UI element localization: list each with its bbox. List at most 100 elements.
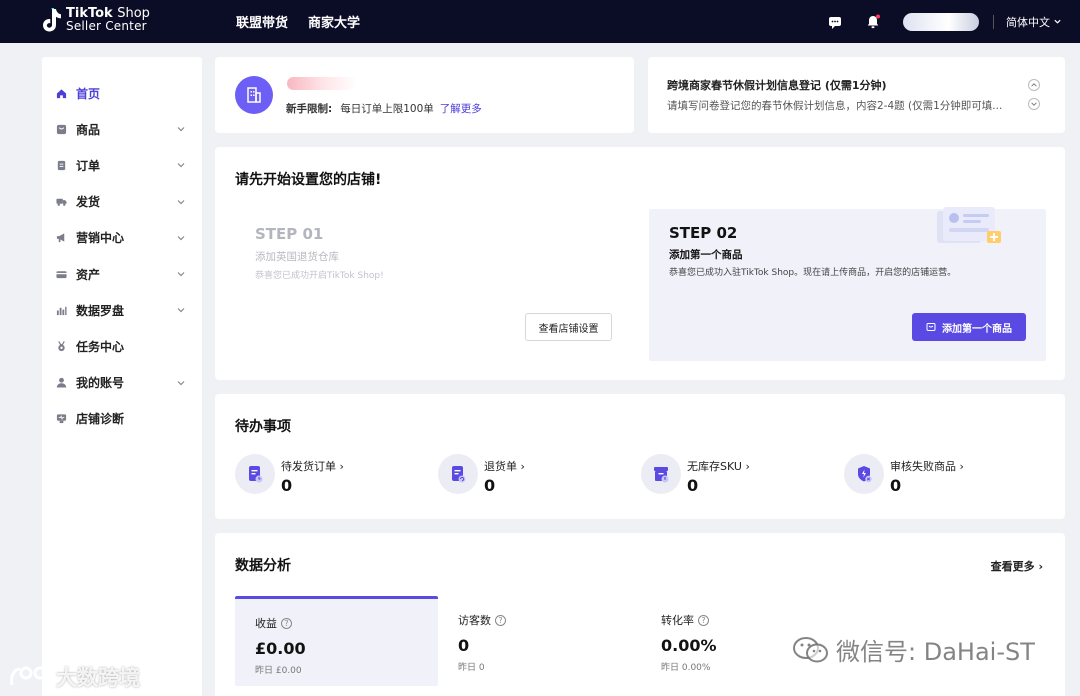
sidebar-item-store-diagnosis[interactable]: 店铺诊断 bbox=[42, 401, 202, 437]
sidebar-item-marketing[interactable]: 营销中心 bbox=[42, 220, 202, 256]
metric-visitors[interactable]: 访客数? 0 昨日 0 bbox=[438, 596, 641, 686]
todo-pending-orders[interactable]: 待发货订单 › 0 bbox=[235, 454, 344, 495]
sidebar-item-label: 资产 bbox=[76, 267, 101, 282]
metric-yesterday: 昨日 0 bbox=[458, 663, 485, 673]
brand-watermark-text: 大数跨境 bbox=[56, 666, 140, 690]
metric-label: 转化率 bbox=[661, 614, 694, 627]
megaphone-icon bbox=[56, 233, 65, 243]
pending-order-icon bbox=[249, 466, 263, 483]
metric-yesterday: 昨日 £0.00 bbox=[255, 666, 302, 676]
chevron-down-icon bbox=[177, 235, 185, 241]
todo-label: 审核失败商品 › bbox=[890, 460, 964, 473]
chevron-down-icon bbox=[177, 127, 185, 132]
help-icon[interactable]: ? bbox=[281, 617, 292, 629]
chart-icon bbox=[56, 306, 67, 315]
step-02-panel: STEP 02 添加第一个商品 恭喜您已成功入驻TikTok Shop。现在请上… bbox=[649, 207, 1046, 361]
store-setup-card: 请先开始设置您的店铺! STEP 01 添加英国退货仓库 恭喜您已成功开启Tik… bbox=[215, 147, 1065, 380]
review-failed-icon bbox=[858, 466, 872, 483]
sidebar-item-data-compass[interactable]: 数据罗盘 bbox=[42, 292, 202, 328]
out-of-stock-icon bbox=[654, 467, 669, 483]
carousel-down-button[interactable] bbox=[1028, 98, 1040, 110]
todo-review-failed[interactable]: 审核失败商品 › 0 bbox=[844, 454, 964, 495]
chevron-up-icon bbox=[1031, 83, 1037, 87]
step-01: STEP 01 添加英国退货仓库 恭喜您已成功开启TikTok Shop! bbox=[255, 225, 384, 281]
chevron-down-icon bbox=[177, 380, 185, 385]
chevron-down-icon bbox=[177, 308, 185, 313]
help-icon[interactable]: ? bbox=[495, 614, 506, 626]
nav-university[interactable]: 商家大学 bbox=[308, 12, 360, 31]
sidebar-item-label: 订单 bbox=[76, 158, 101, 173]
todo-out-of-stock[interactable]: 无库存SKU › 0 bbox=[641, 454, 750, 495]
todo-returns[interactable]: 退货单 › 0 bbox=[438, 454, 525, 495]
newbie-notice-card: 新手限制: 每日订单上限100单 了解更多 bbox=[215, 57, 634, 133]
step-02: STEP 02 添加第一个商品 恭喜您已成功入驻TikTok Shop。现在请上… bbox=[669, 224, 956, 278]
todo-count: 0 bbox=[890, 476, 902, 495]
chevron-down-icon bbox=[1054, 19, 1061, 24]
step-01-title: 添加英国退货仓库 bbox=[255, 251, 339, 263]
brand-watermark-icon bbox=[10, 666, 47, 686]
todo-label: 待发货订单 › bbox=[281, 460, 344, 473]
limit-text: 每日订单上限100单 bbox=[340, 103, 434, 115]
wechat-icon bbox=[793, 636, 828, 662]
order-icon bbox=[57, 160, 66, 171]
tiktok-shop-logo[interactable]: TikTok Shop Seller Center bbox=[40, 7, 150, 33]
step-01-head: STEP 01 bbox=[255, 225, 324, 243]
sidebar-item-home[interactable]: 首页 bbox=[42, 75, 202, 111]
metric-revenue[interactable]: 收益? £0.00 昨日 £0.00 bbox=[235, 596, 438, 686]
step-02-desc: 恭喜您已成功入驻TikTok Shop。现在请上传商品，开启您的店铺运营。 bbox=[669, 268, 957, 278]
account-avatar[interactable] bbox=[903, 12, 979, 31]
chevron-down-icon bbox=[177, 163, 185, 168]
carousel-up-button[interactable] bbox=[1028, 79, 1040, 91]
sidebar-item-label: 数据罗盘 bbox=[76, 303, 125, 318]
top-nav: 联盟带货 商家大学 bbox=[236, 0, 360, 43]
chevron-down-icon bbox=[1031, 102, 1037, 106]
product-icon bbox=[56, 124, 67, 134]
brand-watermark: 大数跨境 bbox=[8, 662, 140, 692]
help-icon[interactable]: ? bbox=[698, 614, 709, 626]
card-icon bbox=[56, 270, 67, 278]
store-name-redacted bbox=[287, 77, 357, 90]
language-label: 简体中文 bbox=[1006, 15, 1050, 29]
todo-card: 待办事项 待发货订单 › 0 退货单 › 0 无库存SKU › 0 审核失败商品… bbox=[215, 394, 1065, 519]
chevron-down-icon bbox=[177, 272, 185, 277]
step-02-title: 添加第一个商品 bbox=[669, 249, 743, 261]
sidebar-item-shipping[interactable]: 发货 bbox=[42, 184, 202, 220]
message-icon[interactable] bbox=[827, 14, 843, 30]
sidebar-item-label: 首页 bbox=[76, 86, 101, 101]
step-02-head: STEP 02 bbox=[669, 224, 738, 242]
chevron-down-icon bbox=[177, 199, 185, 205]
holiday-survey-card[interactable]: 跨境商家春节休假计划信息登记 (仅需1分钟) 请填写问卷登记您的春节休假计划信息… bbox=[648, 57, 1065, 133]
sidebar-item-my-account[interactable]: 我的账号 bbox=[42, 365, 202, 401]
add-product-icon bbox=[926, 323, 936, 331]
language-selector[interactable]: 简体中文 bbox=[1006, 14, 1062, 30]
medal-icon bbox=[58, 341, 65, 351]
learn-more-link[interactable]: 了解更多 bbox=[440, 103, 482, 115]
divider bbox=[993, 14, 994, 29]
sidebar-item-orders[interactable]: 订单 bbox=[42, 147, 202, 183]
truck-icon bbox=[56, 198, 67, 207]
add-first-product-button[interactable]: 添加第一个商品 bbox=[912, 313, 1026, 341]
metric-value: £0.00 bbox=[255, 639, 306, 658]
sidebar-item-assets[interactable]: 资产 bbox=[42, 256, 202, 292]
sidebar-item-task-center[interactable]: 任务中心 bbox=[42, 328, 202, 364]
todo-count: 0 bbox=[484, 476, 496, 495]
todo-count: 0 bbox=[687, 476, 699, 495]
view-store-settings-button[interactable]: 查看店铺设置 bbox=[525, 313, 612, 341]
tiktok-logo-icon bbox=[43, 8, 61, 32]
sidebar-item-label: 商品 bbox=[76, 122, 101, 137]
store-avatar bbox=[235, 76, 273, 114]
wechat-watermark: 微信号: DaHai-ST bbox=[792, 632, 1035, 667]
wechat-id-text: 微信号: DaHai-ST bbox=[836, 638, 1035, 666]
notification-bell-icon[interactable] bbox=[865, 14, 881, 30]
nav-affiliate[interactable]: 联盟带货 bbox=[236, 12, 288, 31]
todo-title: 待办事项 bbox=[235, 419, 291, 435]
sidebar-item-label: 我的账号 bbox=[76, 376, 125, 391]
holiday-title: 跨境商家春节休假计划信息登记 (仅需1分钟) bbox=[667, 79, 887, 92]
holiday-text: 请填写问卷登记您的春节休假计划信息，内容2-4题 (仅需1分钟即可填... bbox=[667, 100, 1003, 112]
sidebar-item-label: 任务中心 bbox=[76, 339, 125, 354]
sidebar-item-products[interactable]: 商品 bbox=[42, 111, 202, 147]
todo-count: 0 bbox=[281, 476, 293, 495]
top-bar: TikTok Shop Seller Center 联盟带货 商家大学 简体中文 bbox=[0, 0, 1080, 43]
view-more-link[interactable]: 查看更多 › bbox=[991, 558, 1043, 574]
sidebar: 首页 商品 订单 发货 营销中心 资产 数据罗盘 任务中心 我的账号 店铺诊断 bbox=[42, 57, 202, 696]
